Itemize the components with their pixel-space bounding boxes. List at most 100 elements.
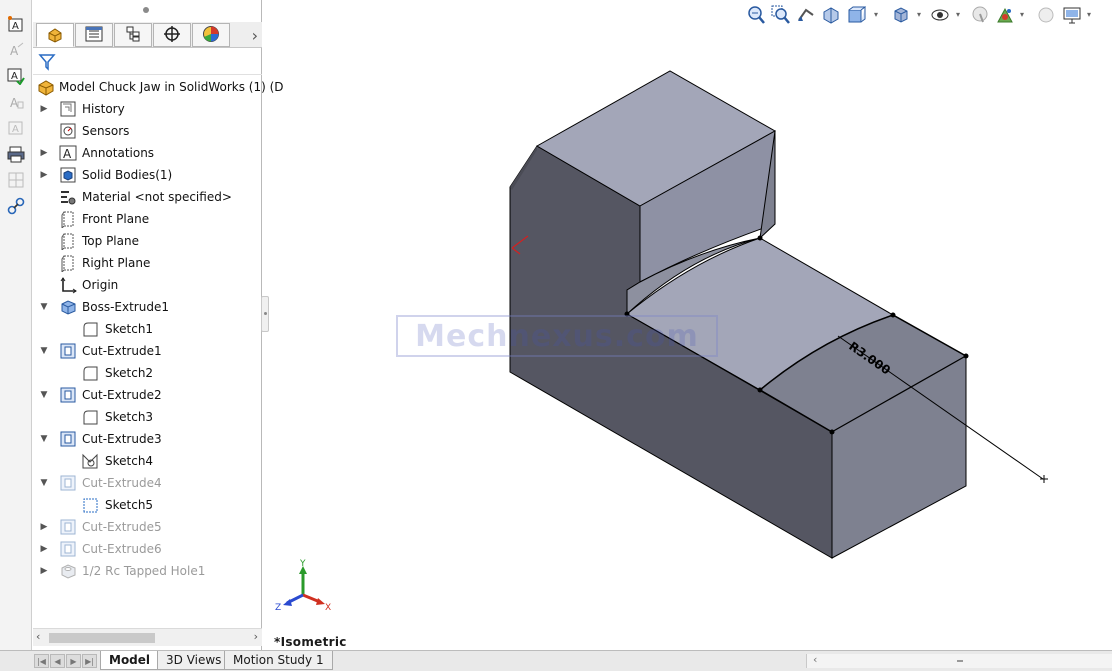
tree-item-cut-extrude1[interactable]: ▼ Cut-Extrude1 — [33, 340, 262, 362]
tree-item-cut-extrude4[interactable]: ▼ Cut-Extrude4 — [33, 472, 262, 494]
tree-item-solid-bodies[interactable]: ▶ Solid Bodies(1) — [33, 164, 262, 186]
collapse-arrow-icon[interactable]: ▼ — [39, 346, 49, 356]
next-tab-icon[interactable]: ▶ — [66, 654, 81, 668]
monitor-dropdown-icon[interactable]: ▾ — [1087, 10, 1091, 19]
scroll-right-icon[interactable]: › — [254, 630, 258, 643]
horizontal-scrollbar[interactable]: ‹ › — [33, 628, 262, 646]
tree-item-label: Cut-Extrude6 — [82, 542, 162, 556]
expand-arrow-icon[interactable]: ▶ — [39, 170, 49, 180]
display-style-dropdown-icon[interactable]: ▾ — [917, 10, 921, 19]
expand-arrow-icon[interactable]: ▶ — [39, 544, 49, 554]
panel-grip[interactable] — [143, 7, 149, 13]
tree-item-annotations[interactable]: ▶ A Annotations — [33, 142, 262, 164]
section-view-icon[interactable] — [820, 4, 842, 26]
hide-show-dropdown-icon[interactable]: ▾ — [956, 10, 960, 19]
cut-extrude-icon — [59, 386, 77, 404]
collapse-arrow-icon[interactable]: ▼ — [39, 302, 49, 312]
tree-item-sketch1[interactable]: Sketch1 — [33, 318, 262, 340]
format-painter-icon[interactable]: A — [6, 92, 26, 112]
tree-item-boss-extrude1[interactable]: ▼ Boss-Extrude1 — [33, 296, 262, 318]
apply-scene-icon[interactable] — [994, 4, 1016, 26]
triad-x-label: X — [325, 603, 331, 613]
tab-property-manager[interactable] — [75, 23, 113, 47]
solid-bodies-icon — [59, 166, 77, 184]
zoom-to-fit-icon[interactable] — [745, 4, 767, 26]
cut-extrude-icon — [59, 540, 77, 558]
tree-item-label: Origin — [82, 278, 119, 292]
spell-check-icon[interactable]: A — [6, 66, 26, 86]
hole-wizard-icon — [59, 562, 77, 580]
boss-extrude-icon — [59, 298, 77, 316]
tree-item-top-plane[interactable]: Top Plane — [33, 230, 262, 252]
grid-disabled-icon[interactable] — [6, 170, 26, 190]
tree-item-sensors[interactable]: Sensors — [33, 120, 262, 142]
tab-display-manager[interactable] — [192, 23, 230, 47]
origin-icon — [59, 276, 77, 294]
sketch-icon — [81, 320, 99, 338]
zoom-to-area-icon[interactable] — [770, 4, 792, 26]
tree-item-tapped-hole1[interactable]: ▶ 1/2 Rc Tapped Hole1 — [33, 560, 262, 582]
scroll-left-icon[interactable]: ‹ — [36, 630, 40, 643]
filter-icon[interactable] — [38, 53, 56, 74]
apply-scene-dropdown-icon[interactable]: ▾ — [1020, 10, 1024, 19]
expand-arrow-icon[interactable]: ▶ — [39, 566, 49, 576]
tree-item-sketch2[interactable]: Sketch2 — [33, 362, 262, 384]
expand-arrow-icon[interactable]: ▶ — [39, 522, 49, 532]
tree-item-material[interactable]: Material <not specified> — [33, 186, 262, 208]
tree-item-right-plane[interactable]: Right Plane — [33, 252, 262, 274]
tree-item-label: Boss-Extrude1 — [82, 300, 169, 314]
note-disabled-icon[interactable]: A — [6, 40, 26, 60]
scrollbar-thumb[interactable] — [957, 660, 963, 662]
scroll-left-icon[interactable]: ‹ — [813, 653, 817, 666]
first-tab-icon[interactable]: |◀ — [34, 654, 49, 668]
svg-text:A: A — [11, 71, 18, 82]
panel-splitter-handle[interactable] — [261, 296, 269, 332]
tree-item-sketch3[interactable]: Sketch3 — [33, 406, 262, 428]
tab-dimxpert[interactable] — [153, 23, 191, 47]
tree-item-cut-extrude3[interactable]: ▼ Cut-Extrude3 — [33, 428, 262, 450]
tree-item-cut-extrude6[interactable]: ▶ Cut-Extrude6 — [33, 538, 262, 560]
last-tab-icon[interactable]: ▶| — [82, 654, 97, 668]
tree-item-cut-extrude2[interactable]: ▼ Cut-Extrude2 — [33, 384, 262, 406]
tab-motion-study-1[interactable]: Motion Study 1 — [224, 651, 333, 670]
feature-manager-panel: › Model Chuck Jaw in SolidWorks (1) (D ▶… — [33, 0, 284, 650]
property-manager-icon — [85, 26, 103, 45]
tab-configuration-manager[interactable] — [114, 23, 152, 47]
expand-arrow-icon[interactable]: ▶ — [39, 148, 49, 158]
tree-item-history[interactable]: ▶ History — [33, 98, 262, 120]
cut-extrude-icon — [59, 430, 77, 448]
feature-tree-icon — [45, 25, 65, 46]
previous-view-icon[interactable] — [795, 4, 817, 26]
tab-model[interactable]: Model — [100, 651, 160, 670]
bottom-scrollbar[interactable]: ‹ — [806, 653, 1112, 668]
collapse-arrow-icon[interactable]: ▼ — [39, 434, 49, 444]
tree-item-sketch4[interactable]: Sketch4 — [33, 450, 262, 472]
hide-show-items-icon[interactable] — [929, 4, 951, 26]
link-tool-icon[interactable] — [6, 196, 26, 216]
tree-item-label: 1/2 Rc Tapped Hole1 — [82, 564, 206, 578]
part-icon — [37, 78, 55, 96]
expand-arrow-icon[interactable]: ▶ — [39, 104, 49, 114]
tab-feature-tree[interactable] — [36, 23, 74, 47]
tab-3d-views[interactable]: 3D Views — [157, 651, 231, 670]
view-orientation-dropdown-icon[interactable]: ▾ — [874, 10, 878, 19]
annotation-disabled-icon[interactable]: A — [6, 118, 26, 138]
chevron-right-icon[interactable]: › — [252, 26, 258, 45]
cut-extrude-icon — [59, 518, 77, 536]
tree-item-front-plane[interactable]: Front Plane — [33, 208, 262, 230]
prev-tab-icon[interactable]: ◀ — [50, 654, 65, 668]
print-icon[interactable] — [6, 144, 26, 164]
smart-dimension-icon[interactable]: A — [6, 14, 26, 34]
tree-item-sketch5[interactable]: Sketch5 — [33, 494, 262, 516]
tree-item-root[interactable]: Model Chuck Jaw in SolidWorks (1) (D — [33, 76, 284, 98]
edit-appearance-icon[interactable] — [969, 4, 991, 26]
scrollbar-thumb[interactable] — [49, 633, 155, 643]
display-style-icon[interactable] — [890, 4, 912, 26]
tree-item-cut-extrude5[interactable]: ▶ Cut-Extrude5 — [33, 516, 262, 538]
monitor-icon[interactable] — [1061, 4, 1083, 26]
view-orientation-icon[interactable] — [845, 4, 867, 26]
view-settings-icon[interactable] — [1035, 4, 1057, 26]
collapse-arrow-icon[interactable]: ▼ — [39, 478, 49, 488]
collapse-arrow-icon[interactable]: ▼ — [39, 390, 49, 400]
tree-item-origin[interactable]: Origin — [33, 274, 262, 296]
